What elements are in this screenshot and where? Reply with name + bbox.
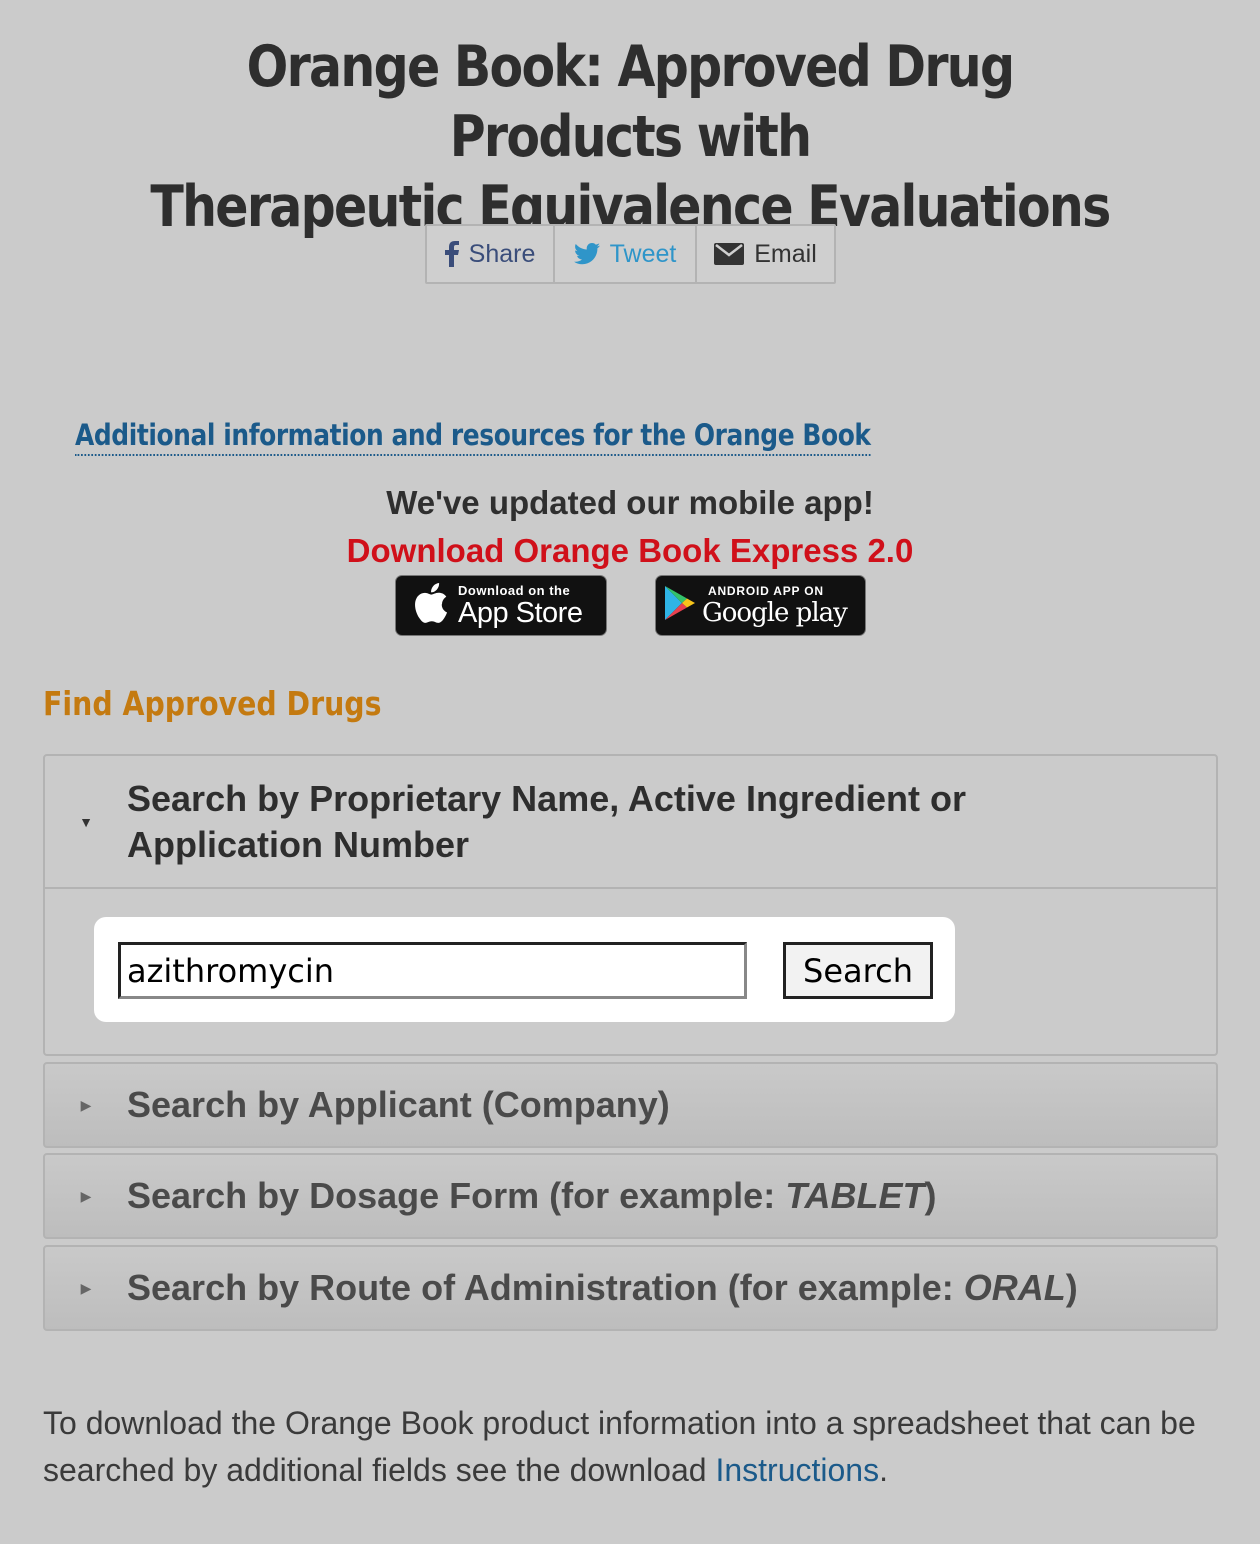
instructions-link[interactable]: Instructions <box>715 1452 879 1488</box>
caret-right-icon: ▶ <box>80 1187 92 1204</box>
app-store-big-text: App Store <box>458 597 583 629</box>
accordion-route[interactable]: ▶ Search by Route of Administration (for… <box>43 1245 1218 1331</box>
search-form: Search <box>94 917 955 1022</box>
facebook-share-label: Share <box>468 239 536 268</box>
share-bar: Share Tweet Email <box>425 224 836 284</box>
find-approved-drugs-heading: Find Approved Drugs <box>43 684 382 723</box>
search-button[interactable]: Search <box>783 942 933 999</box>
accordion-dosage-form[interactable]: ▶ Search by Dosage Form (for example: TA… <box>43 1153 1218 1239</box>
apple-icon <box>414 583 448 628</box>
page-title: Orange Book: Approved Drug Products with… <box>140 32 1120 242</box>
twitter-icon <box>573 243 600 265</box>
tweet-label: Tweet <box>609 239 677 268</box>
email-label: Email <box>754 239 817 268</box>
accordion-title-proprietary-name: Search by Proprietary Name, Active Ingre… <box>127 777 966 865</box>
facebook-icon <box>444 241 459 267</box>
download-instructions-text: To download the Orange Book product info… <box>43 1405 1196 1488</box>
app-store-small-text: Download on the <box>458 583 571 598</box>
tweet-button[interactable]: Tweet <box>555 226 697 282</box>
accordion-title-applicant: Search by Applicant (Company) <box>127 1084 670 1125</box>
accordion-applicant[interactable]: ▶ Search by Applicant (Company) <box>43 1062 1218 1148</box>
search-input[interactable] <box>118 942 747 999</box>
caret-right-icon: ▶ <box>80 1279 92 1296</box>
google-play-badge[interactable]: ANDROID APP ON Google play <box>655 575 866 636</box>
resources-link[interactable]: Additional information and resources for… <box>75 418 871 456</box>
mobile-app-notice: We've updated our mobile app! <box>386 484 874 521</box>
google-play-small-text: ANDROID APP ON <box>708 583 824 598</box>
caret-right-icon: ▶ <box>80 1096 92 1113</box>
google-play-big-text: Google play <box>702 597 848 628</box>
google-play-icon <box>664 585 698 626</box>
accordion-title-dosage-form: Search by Dosage Form (for example: TABL… <box>127 1175 937 1216</box>
email-share-button[interactable]: Email <box>697 226 834 282</box>
page-title-line1: Orange Book: Approved Drug Products with <box>246 34 1015 170</box>
app-store-badge[interactable]: Download on the App Store <box>395 575 607 636</box>
accordion-header-proprietary-name[interactable]: ▼ Search by Proprietary Name, Active Ing… <box>45 756 1216 889</box>
envelope-icon <box>714 243 745 265</box>
facebook-share-button[interactable]: Share <box>427 226 555 282</box>
accordion-title-route: Search by Route of Administration (for e… <box>127 1267 1078 1308</box>
caret-down-icon: ▼ <box>79 813 93 830</box>
download-app-notice: Download Orange Book Express 2.0 <box>346 532 914 569</box>
